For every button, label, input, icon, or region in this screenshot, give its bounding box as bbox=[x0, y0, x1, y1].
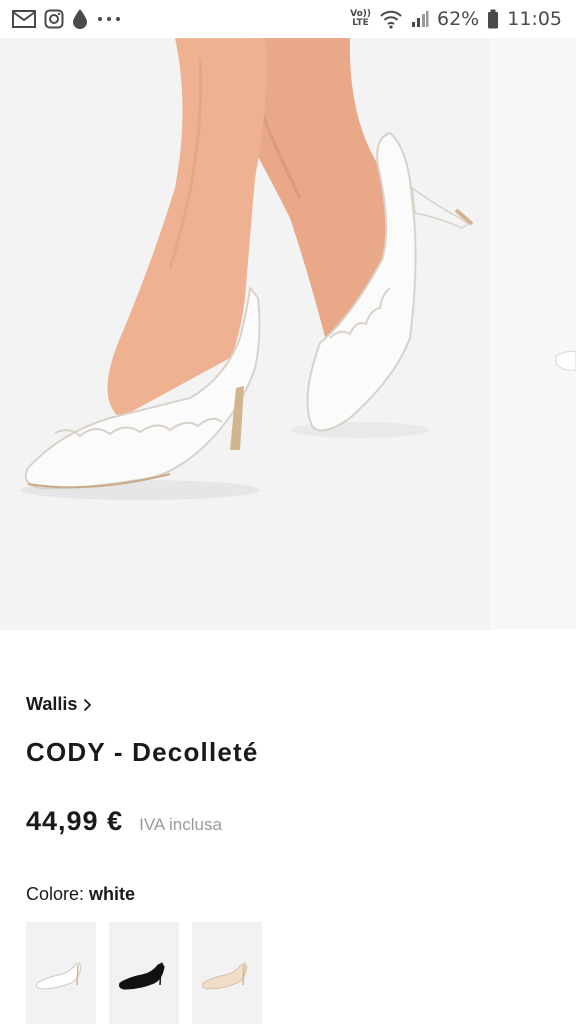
color-selector-label: Colore: white bbox=[26, 884, 135, 905]
swatch-white[interactable] bbox=[26, 922, 96, 1024]
product-title: CODY - Decolleté bbox=[26, 737, 259, 767]
brand-link[interactable]: Wallis bbox=[26, 694, 92, 715]
mail-icon bbox=[12, 10, 36, 28]
status-bar-right: Vo)) LTE 62% 11:05 bbox=[350, 8, 562, 30]
product-price: 44,99 € bbox=[26, 806, 124, 836]
brand-name: Wallis bbox=[26, 694, 78, 714]
instagram-icon bbox=[44, 9, 64, 29]
white-shoe-thumbnail bbox=[36, 962, 82, 990]
clock: 11:05 bbox=[507, 8, 562, 30]
battery-percent: 62% bbox=[437, 8, 480, 30]
wifi-icon bbox=[379, 9, 403, 29]
lte-label: LTE bbox=[352, 18, 369, 28]
battery-icon bbox=[487, 9, 499, 29]
price-row: 44,99 € IVA inclusa bbox=[26, 806, 222, 837]
more-dots-icon bbox=[96, 15, 122, 23]
nude-shoe-thumbnail bbox=[202, 962, 248, 990]
color-label: Colore: bbox=[26, 884, 85, 904]
network-type-label: Vo)) LTE bbox=[350, 10, 371, 28]
selected-color: white bbox=[89, 884, 136, 904]
product-photo bbox=[0, 38, 576, 630]
signal-icon bbox=[411, 10, 429, 28]
black-shoe-thumbnail bbox=[119, 962, 165, 990]
swatch-nude[interactable] bbox=[192, 922, 262, 1024]
product-image[interactable] bbox=[0, 38, 576, 630]
status-bar: Vo)) LTE 62% 11:05 bbox=[0, 0, 576, 38]
color-swatches bbox=[26, 922, 262, 1024]
swatch-black[interactable] bbox=[109, 922, 179, 1024]
drop-icon bbox=[72, 8, 88, 30]
chevron-right-icon bbox=[83, 698, 92, 712]
status-bar-left bbox=[12, 8, 122, 30]
tax-note: IVA inclusa bbox=[139, 815, 222, 834]
